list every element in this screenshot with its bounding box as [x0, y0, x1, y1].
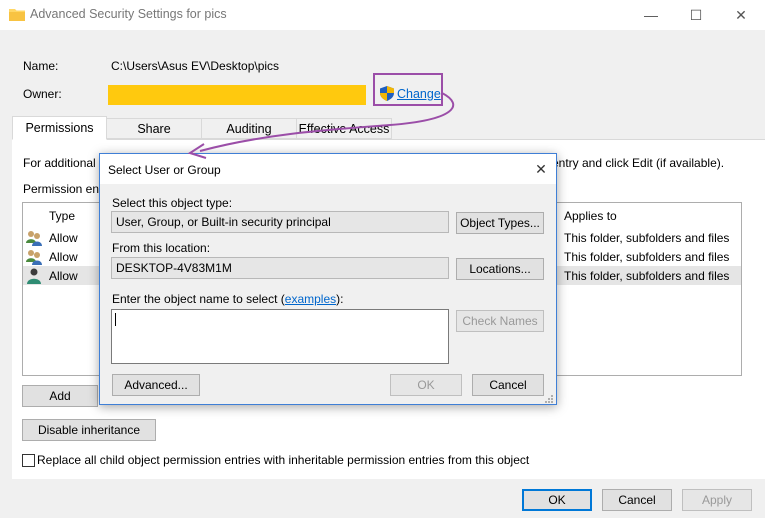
- users-group-icon: [26, 231, 42, 246]
- row-type[interactable]: Allow: [49, 231, 78, 245]
- resize-grip-icon[interactable]: [544, 394, 554, 404]
- select-user-or-group-dialog: Select User or Group ✕ Select this objec…: [99, 153, 557, 405]
- close-button[interactable]: ✕: [719, 0, 763, 30]
- row-applies-to[interactable]: This folder, subfolders and files: [564, 231, 729, 245]
- row-applies-to[interactable]: This folder, subfolders and files: [564, 250, 729, 264]
- name-label: Name:: [23, 59, 59, 73]
- check-names-button[interactable]: Check Names: [456, 310, 544, 332]
- text-cursor: [115, 313, 116, 326]
- location-field: DESKTOP-4V83M1M: [111, 257, 449, 279]
- cancel-button[interactable]: Cancel: [602, 489, 672, 511]
- ok-button[interactable]: OK: [522, 489, 592, 511]
- folder-icon: [9, 9, 25, 21]
- replace-child-permissions-checkbox[interactable]: [22, 454, 35, 467]
- row-type[interactable]: Allow: [49, 250, 78, 264]
- locations-button[interactable]: Locations...: [456, 258, 544, 280]
- permission-entries-label: Permission ent: [23, 182, 103, 196]
- replace-child-permissions-label: Replace all child object permission entr…: [37, 453, 530, 467]
- row-type[interactable]: Allow: [49, 269, 78, 283]
- permissions-intro-right: entry and click Edit (if available).: [552, 156, 725, 170]
- dialog-cancel-button[interactable]: Cancel: [472, 374, 544, 396]
- object-type-label: Select this object type:: [112, 196, 233, 210]
- window-title: Advanced Security Settings for pics: [30, 7, 227, 21]
- dialog-title: Select User or Group: [108, 163, 221, 177]
- object-name-textarea[interactable]: [111, 309, 449, 364]
- enter-object-name-label: Enter the object name to select (example…: [112, 292, 344, 306]
- name-value: C:\Users\Asus EV\Desktop\pics: [111, 59, 280, 73]
- maximize-button[interactable]: ☐: [674, 0, 718, 30]
- object-types-button[interactable]: Object Types...: [456, 212, 544, 234]
- apply-button[interactable]: Apply: [682, 489, 752, 511]
- dialog-ok-button[interactable]: OK: [390, 374, 462, 396]
- disable-inheritance-button[interactable]: Disable inheritance: [22, 419, 156, 441]
- user-icon: [27, 268, 41, 284]
- add-button[interactable]: Add: [22, 385, 98, 407]
- annotation-arrow: [187, 92, 455, 159]
- permissions-intro-left: For additional: [23, 156, 96, 170]
- examples-link[interactable]: examples: [285, 292, 336, 306]
- dialog-close-icon[interactable]: ✕: [530, 158, 552, 180]
- users-group-icon: [26, 250, 42, 265]
- column-header-type[interactable]: Type: [49, 209, 75, 223]
- owner-label: Owner:: [23, 87, 62, 101]
- column-header-applies-to[interactable]: Applies to: [564, 209, 617, 223]
- location-label: From this location:: [112, 241, 211, 255]
- object-type-field: User, Group, or Built-in security princi…: [111, 211, 449, 233]
- tab-permissions[interactable]: Permissions: [12, 116, 107, 140]
- advanced-button[interactable]: Advanced...: [112, 374, 200, 396]
- minimize-button[interactable]: —: [629, 0, 673, 30]
- row-applies-to[interactable]: This folder, subfolders and files: [564, 269, 729, 283]
